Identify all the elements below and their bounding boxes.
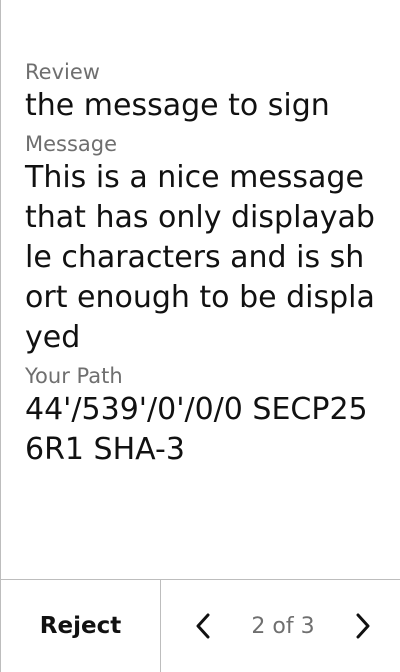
next-page-button[interactable]: [349, 608, 377, 644]
chevron-left-icon: [196, 613, 210, 639]
footer-navigation: Reject 2 of 3: [1, 579, 400, 672]
path-value: 44'/539'/0'/0/0 SECP256R1 SHA-3: [25, 392, 368, 467]
screen: Review the message to sign Message This …: [0, 0, 400, 672]
reject-button[interactable]: Reject: [1, 580, 161, 672]
pager: 2 of 3: [161, 580, 400, 672]
message-value: This is a nice message that has only dis…: [25, 160, 375, 355]
review-value: the message to sign: [25, 88, 330, 123]
message-label: Message: [25, 132, 118, 156]
review-label: Review: [25, 60, 100, 84]
review-content: Review the message to sign Message This …: [25, 58, 377, 470]
path-label: Your Path: [25, 364, 123, 388]
chevron-right-icon: [356, 613, 370, 639]
previous-page-button[interactable]: [189, 608, 217, 644]
page-indicator: 2 of 3: [251, 613, 315, 639]
